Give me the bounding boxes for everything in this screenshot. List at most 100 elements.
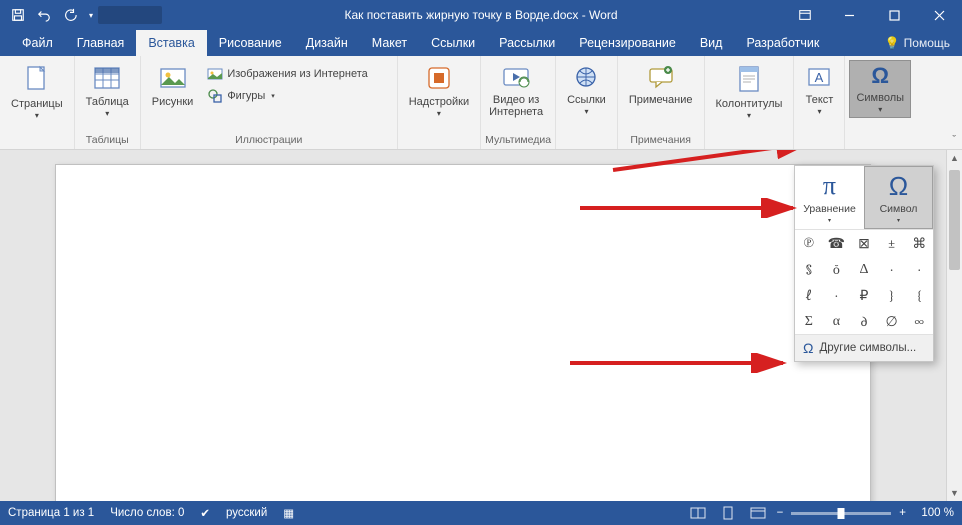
group-pages: Страницы ▾ — [0, 56, 75, 149]
document-area: π Уравнение ▾ Ω Символ ▾ ℗ ☎ ⊠ ± ⌘ § ŏ Δ… — [0, 150, 962, 501]
symbol-cell[interactable]: ŏ — [823, 256, 851, 282]
symbol-button[interactable]: Ω Символ ▾ — [864, 166, 933, 229]
more-symbols-button[interactable]: Ω Другие символы... — [795, 334, 933, 361]
tell-me[interactable]: 💡 Помощь — [885, 30, 962, 56]
tab-review[interactable]: Рецензирование — [567, 30, 688, 56]
symbol-cell[interactable]: Σ — [795, 308, 823, 334]
symbol-cell[interactable]: ⌘ — [905, 230, 933, 256]
window-controls — [782, 0, 962, 30]
save-button[interactable] — [6, 3, 30, 27]
language-status[interactable]: русский — [226, 507, 267, 519]
qat-customize-button[interactable]: ▾ — [84, 3, 98, 27]
maximize-button[interactable] — [872, 0, 917, 30]
tab-file[interactable]: Файл — [10, 30, 65, 56]
collapse-ribbon-button[interactable]: ˇ — [952, 134, 956, 146]
symbol-cell[interactable]: ⊠ — [850, 230, 878, 256]
scrollbar-thumb[interactable] — [949, 170, 960, 270]
group-addins-label — [402, 144, 476, 149]
symbol-cell[interactable]: ₽ — [850, 282, 878, 308]
tab-draw[interactable]: Рисование — [207, 30, 294, 56]
equation-button[interactable]: π Уравнение ▾ — [795, 166, 864, 229]
tab-view[interactable]: Вид — [688, 30, 735, 56]
symbol-cell[interactable]: ∅ — [878, 308, 906, 334]
pages-label: Страницы — [11, 98, 63, 110]
symbol-cell[interactable]: ∞ — [905, 308, 933, 334]
online-pictures-button[interactable]: Изображения из Интернета — [202, 63, 372, 85]
read-mode-button[interactable] — [687, 504, 709, 522]
more-symbols-label: Другие символы... — [819, 342, 916, 354]
shapes-button[interactable]: Фигуры ▾ — [202, 85, 372, 107]
page-status[interactable]: Страница 1 из 1 — [8, 507, 94, 519]
symbol-cell[interactable]: · — [878, 256, 906, 282]
tab-design[interactable]: Дизайн — [294, 30, 360, 56]
text-button[interactable]: A Текст ▾ — [798, 60, 840, 120]
tab-insert[interactable]: Вставка — [136, 30, 206, 56]
comment-button[interactable]: Примечание — [622, 60, 700, 109]
symbol-cell[interactable]: § — [795, 256, 823, 282]
symbol-cell[interactable]: α — [823, 308, 851, 334]
chevron-down-icon: ▾ — [878, 106, 882, 115]
ribbon-options-button[interactable] — [782, 0, 827, 30]
symbol-cell[interactable]: Δ — [850, 256, 878, 282]
user-profile[interactable] — [98, 6, 162, 24]
group-symbols-label — [849, 144, 911, 149]
table-button[interactable]: Таблица ▾ — [79, 60, 136, 122]
spell-check-icon[interactable]: ✔ — [200, 506, 210, 520]
pages-button[interactable]: Страницы ▾ — [4, 60, 70, 124]
zoom-level[interactable]: 100 % — [914, 507, 954, 519]
symbol-cell[interactable]: ℓ — [795, 282, 823, 308]
lightbulb-icon: 💡 — [885, 36, 900, 50]
macro-icon[interactable]: ▦ — [283, 506, 294, 520]
tab-references[interactable]: Ссылки — [419, 30, 487, 56]
online-video-button[interactable]: Видео из Интернета — [485, 60, 547, 121]
tab-developer[interactable]: Разработчик — [734, 30, 831, 56]
links-button[interactable]: Ссылки ▾ — [560, 60, 613, 120]
group-links-label — [560, 144, 613, 149]
scroll-up-button[interactable]: ▲ — [947, 150, 962, 166]
zoom-slider[interactable] — [791, 512, 891, 515]
close-button[interactable] — [917, 0, 962, 30]
chevron-down-icon: ▾ — [271, 92, 275, 100]
picture-icon — [158, 64, 188, 92]
shapes-label: Фигуры — [227, 90, 265, 102]
symbol-cell[interactable]: · — [823, 282, 851, 308]
chevron-down-icon: ▾ — [747, 112, 751, 121]
header-footer-button[interactable]: Колонтитулы ▾ — [709, 60, 790, 124]
tab-layout[interactable]: Макет — [360, 30, 419, 56]
symbol-cell[interactable]: } — [878, 282, 906, 308]
symbol-cell[interactable]: { — [905, 282, 933, 308]
group-tables-label: Таблицы — [79, 132, 136, 149]
word-count[interactable]: Число слов: 0 — [110, 507, 184, 519]
chevron-down-icon: ▾ — [437, 110, 441, 119]
group-header-footer-label — [709, 144, 790, 149]
chevron-down-icon: ▾ — [828, 217, 831, 224]
chevron-down-icon: ▾ — [105, 110, 109, 119]
undo-button[interactable] — [32, 3, 56, 27]
header-icon — [736, 64, 762, 94]
tab-home[interactable]: Главная — [65, 30, 137, 56]
print-layout-button[interactable] — [717, 504, 739, 522]
document-page[interactable] — [55, 164, 871, 501]
links-label: Ссылки — [567, 94, 606, 106]
tab-mailings[interactable]: Рассылки — [487, 30, 567, 56]
zoom-in-button[interactable]: + — [899, 507, 906, 519]
symbol-cell[interactable]: ☎ — [823, 230, 851, 256]
web-layout-button[interactable] — [747, 504, 769, 522]
symbol-cell[interactable]: ℗ — [795, 230, 823, 256]
symbol-cell[interactable]: · — [905, 256, 933, 282]
addins-button[interactable]: Надстройки ▾ — [402, 60, 476, 122]
redo-button[interactable] — [58, 3, 82, 27]
scroll-down-button[interactable]: ▼ — [947, 485, 962, 501]
table-icon — [92, 64, 122, 92]
symbol-cell[interactable]: ± — [878, 230, 906, 256]
symbols-button[interactable]: Ω Символы ▾ — [849, 60, 911, 118]
minimize-button[interactable] — [827, 0, 872, 30]
zoom-out-button[interactable]: − — [777, 507, 784, 519]
vertical-scrollbar[interactable]: ▲ ▼ — [946, 150, 962, 501]
pictures-button[interactable]: Рисунки — [145, 60, 201, 111]
page-icon — [23, 64, 51, 94]
online-pictures-label: Изображения из Интернета — [227, 68, 367, 80]
symbol-cell[interactable]: ∂ — [850, 308, 878, 334]
group-text-label — [798, 144, 840, 149]
group-pages-label — [4, 144, 70, 149]
